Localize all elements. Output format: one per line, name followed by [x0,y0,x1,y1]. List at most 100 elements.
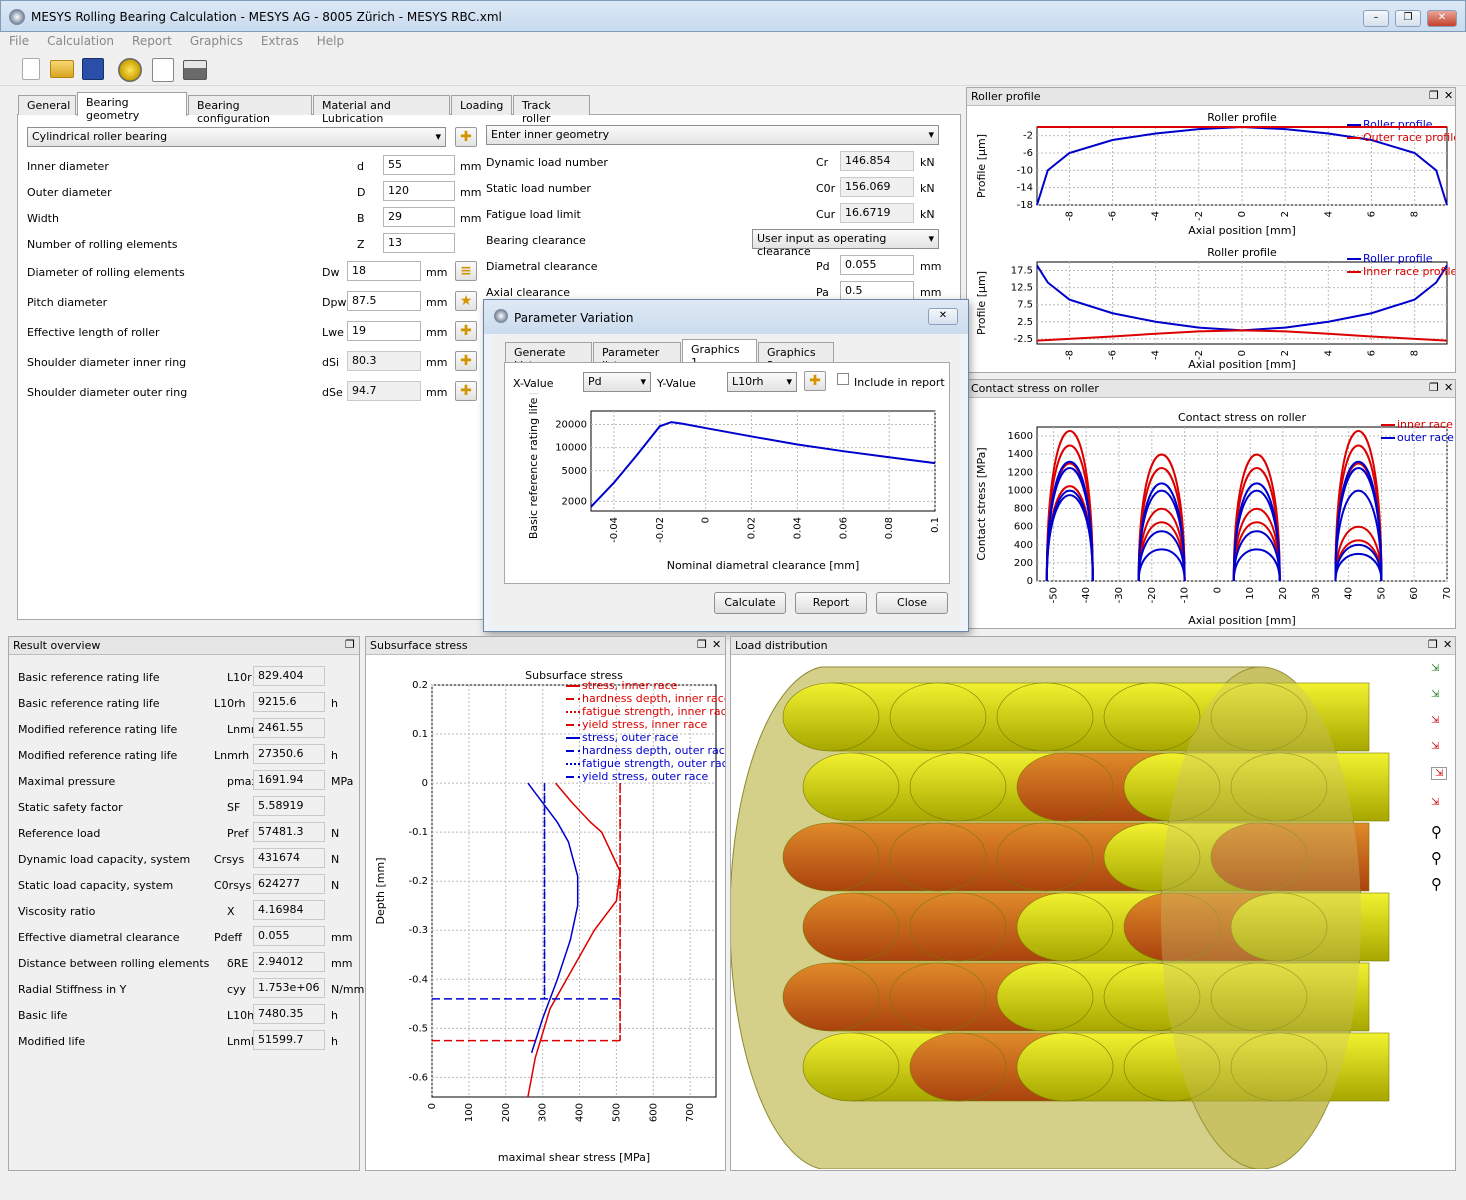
menu-report[interactable]: Report [123,32,181,50]
close-panel-icon[interactable]: ✕ [1443,638,1452,651]
subsurface-stress-chart: 0 100 200 300 400 500 600 700 0.2 0.1 0 -0.1 -0.2 -0.… [374,669,725,1164]
tab-generate-list[interactable]: Generate List [505,342,592,372]
geometry-row-button[interactable]: ✚ [455,321,477,341]
geometry-row-button[interactable]: ★ [455,291,477,311]
close-panel-icon[interactable]: ✕ [1444,381,1453,394]
print-icon[interactable] [183,60,207,80]
geometry-row-input[interactable]: 87.5 [347,291,421,311]
geometry-row-symbol: Dw [322,266,340,279]
view-yx-icon[interactable]: ⇲ [1431,741,1439,752]
x-tick-label: 700 [685,1103,696,1122]
tab-general[interactable]: General [18,95,76,115]
minimize-button[interactable]: – [1363,10,1389,27]
save-icon[interactable] [82,58,104,80]
geometry-row-label: Effective length of roller [27,326,160,339]
geometry-row-symbol: B [357,212,365,225]
close-panel-icon[interactable]: ✕ [1444,89,1453,102]
menu-bar: File Calculation Report Graphics Extras Help [0,32,1466,52]
result-unit: N [331,879,340,892]
diametral-clearance-label: Diametral clearance [486,260,598,273]
geometry-row-label: Pitch diameter [27,296,108,309]
x-tick-label: 0 [1237,211,1248,217]
axial-clearance-input[interactable]: 0.5 [840,281,914,301]
open-folder-icon[interactable] [50,60,74,78]
x-tick-label: -20 [1147,587,1158,603]
menu-graphics[interactable]: Graphics [181,32,252,50]
float-icon[interactable]: ❐ [1428,638,1438,651]
tab-graphics-2[interactable]: Graphics 2 [758,342,834,372]
view-zy-icon[interactable]: ⇲ [1431,689,1439,700]
clearance-mode-select[interactable]: User input as operating clearance [752,229,939,258]
close-button[interactable]: ✕ [1427,10,1457,27]
tab-loading[interactable]: Loading [451,95,512,115]
tab-bearing-geometry[interactable]: Bearing geometry [77,92,187,122]
new-file-icon[interactable] [22,58,40,80]
add-bearing-button[interactable]: ✚ [455,127,477,147]
axial-clearance-label: Axial clearance [486,286,571,299]
result-value: 5.58919 [253,796,325,816]
geometry-row-input[interactable]: 13 [383,233,455,253]
geometry-row-button[interactable]: ✚ [455,351,477,371]
float-icon[interactable]: ❐ [1429,381,1439,394]
x-value-select[interactable]: Pd [583,372,651,392]
tab-material-lubrication[interactable]: Material and Lubrication [313,95,450,125]
add-graph-button[interactable]: ✚ [804,371,826,391]
bearing-type-select[interactable]: Cylindrical roller bearing [27,127,446,147]
legend-label: Outer race profile [1363,131,1455,144]
x-tick-label: 0 [701,517,712,523]
tab-graphics-1[interactable]: Graphics 1 [682,339,757,369]
close-dialog-button[interactable]: Close [876,592,948,614]
geometry-row-button[interactable]: ✚ [455,381,477,401]
geometry-row-input[interactable]: 18 [347,261,421,281]
close-panel-icon[interactable]: ✕ [712,638,721,651]
inner-geometry-select[interactable]: Enter inner geometry [486,125,939,145]
x-tick-label: 4 [1323,211,1334,217]
result-unit: h [331,1035,338,1048]
geometry-row-input[interactable]: 55 [383,155,455,175]
x-tick-label: -30 [1114,587,1125,603]
geometry-row-input[interactable]: 80.3 [347,351,421,371]
zoom-icon[interactable]: ⚲ [1431,849,1442,867]
toolbar [0,52,1466,86]
tab-track-roller[interactable]: Track roller [513,95,590,125]
menu-file[interactable]: File [0,32,38,50]
float-icon[interactable]: ❐ [697,638,707,651]
maximize-button[interactable]: ❐ [1395,10,1421,27]
tab-parameter-list[interactable]: Parameter list [593,342,681,372]
menu-calculation[interactable]: Calculation [38,32,123,50]
view-zx-icon[interactable]: ⇲ [1431,715,1439,726]
geometry-row-input[interactable]: 94.7 [347,381,421,401]
calculate-button[interactable]: Calculate [714,592,786,614]
result-value: 27350.6 [253,744,325,764]
dialog-close-button[interactable]: ✕ [928,308,958,325]
report-button[interactable]: Report [795,592,867,614]
diametral-clearance-input[interactable]: 0.055 [840,255,914,275]
geometry-row-button[interactable]: ≡ [455,261,477,281]
geometry-row-input[interactable]: 19 [347,321,421,341]
geometry-row-unit: mm [426,386,448,399]
float-icon[interactable]: ❐ [1429,89,1439,102]
bearing-3d-view[interactable] [731,657,1427,1169]
float-icon[interactable]: ❐ [345,638,355,651]
menu-extras[interactable]: Extras [252,32,308,50]
view-iso-icon[interactable]: ⇲ [1431,767,1448,780]
menu-help[interactable]: Help [308,32,353,50]
geometry-row-input[interactable]: 29 [383,207,455,227]
y-value-select[interactable]: L10rh [727,372,797,392]
tab-bearing-configuration[interactable]: Bearing configuration [188,95,312,125]
report-icon[interactable] [152,58,174,82]
zoom-fit-icon[interactable]: ⚲ [1431,875,1442,893]
view-iso2-icon[interactable]: ⇲ [1431,797,1439,808]
result-overview-panel: Result overview ❐ Basic reference rating … [8,636,364,1171]
geometry-row-input[interactable]: 120 [383,181,455,201]
zoom-in-icon[interactable]: ⚲ [1431,823,1442,841]
include-checkbox[interactable] [837,373,849,385]
result-label: Basic life [18,1009,68,1022]
view-xz-icon[interactable]: ⇲ [1431,663,1439,674]
ring-end-overlay [1161,667,1361,1169]
geometry-row-symbol: dSi [322,356,340,369]
title-bar: MESYS Rolling Bearing Calculation - MESY… [0,0,1466,32]
contact-stress-chart: -50 -40 -30 -20 -10 0 10 20 30 40 50 60 70 1600 1400 12… [975,411,1454,627]
calculate-icon[interactable] [118,58,142,82]
roller-profile-title: Roller profile [971,90,1041,103]
